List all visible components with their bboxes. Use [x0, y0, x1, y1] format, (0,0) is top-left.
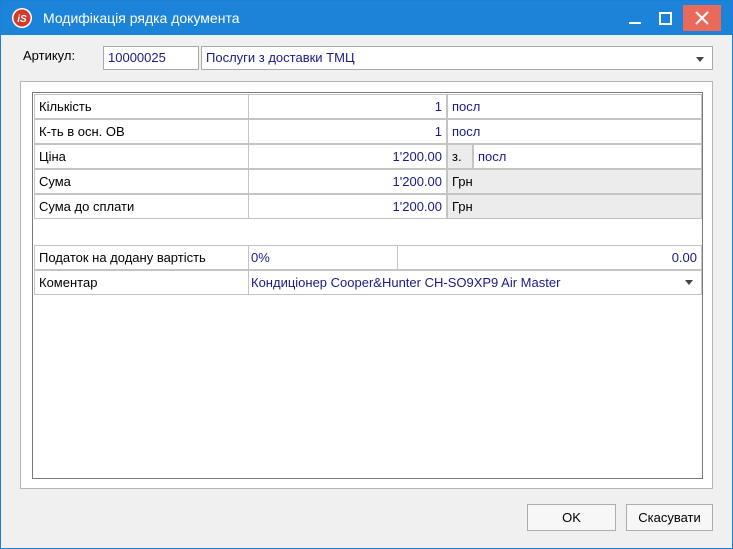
price-label: Ціна — [34, 144, 249, 169]
comment-value: Кондиціонер Cooper&Hunter CH-SO9XP9 Air … — [251, 275, 561, 290]
article-name-select[interactable]: Послуги з доставки ТМЦ — [201, 46, 713, 70]
svg-text:iS: iS — [17, 14, 27, 25]
ok-button[interactable]: OK — [527, 504, 616, 531]
details-grid: Кількість 1 посл К-ть в осн. ОВ 1 посл Ц… — [32, 92, 703, 479]
chevron-down-icon[interactable] — [685, 280, 693, 285]
vat-amount-field[interactable]: 0.00 — [397, 245, 702, 270]
dialog-window: iS Модифікація рядка документа Артикул: … — [0, 0, 733, 549]
price-value[interactable]: 1'200.00 — [248, 144, 447, 169]
maximize-icon[interactable] — [647, 5, 685, 31]
base-qty-unit[interactable]: посл — [447, 119, 702, 144]
app-logo-icon: iS — [10, 7, 34, 29]
base-qty-value[interactable]: 1 — [248, 119, 447, 144]
cancel-button[interactable]: Скасувати — [626, 504, 713, 531]
sum-currency: Грн — [447, 169, 702, 194]
sum-to-pay-label: Сума до сплати — [34, 194, 249, 219]
base-qty-label: К-ть в осн. ОВ — [34, 119, 249, 144]
window-title: Модифікація рядка документа — [43, 10, 240, 26]
sum-value[interactable]: 1'200.00 — [248, 169, 447, 194]
qty-label: Кількість — [34, 94, 249, 119]
chevron-down-icon[interactable] — [696, 57, 704, 62]
article-name-value: Послуги з доставки ТМЦ — [206, 50, 355, 65]
sum-label: Сума — [34, 169, 249, 194]
close-icon[interactable] — [683, 5, 721, 31]
vat-rate-field[interactable]: 0% — [248, 245, 398, 270]
qty-unit[interactable]: посл — [447, 94, 702, 119]
vat-label: Податок на додану вартість — [34, 245, 249, 270]
qty-value[interactable]: 1 — [248, 94, 447, 119]
article-code-field[interactable]: 10000025 — [103, 46, 199, 70]
price-unit[interactable]: посл — [473, 144, 702, 169]
sum-to-pay-currency: Грн — [447, 194, 702, 219]
sum-to-pay-value[interactable]: 1'200.00 — [248, 194, 447, 219]
title-bar[interactable]: iS Модифікація рядка документа — [1, 1, 732, 35]
article-label: Артикул: — [23, 48, 76, 63]
comment-select[interactable]: Кондиціонер Cooper&Hunter CH-SO9XP9 Air … — [248, 270, 702, 295]
price-unit-prefix: з. — [447, 144, 473, 169]
comment-label: Коментар — [34, 270, 249, 295]
